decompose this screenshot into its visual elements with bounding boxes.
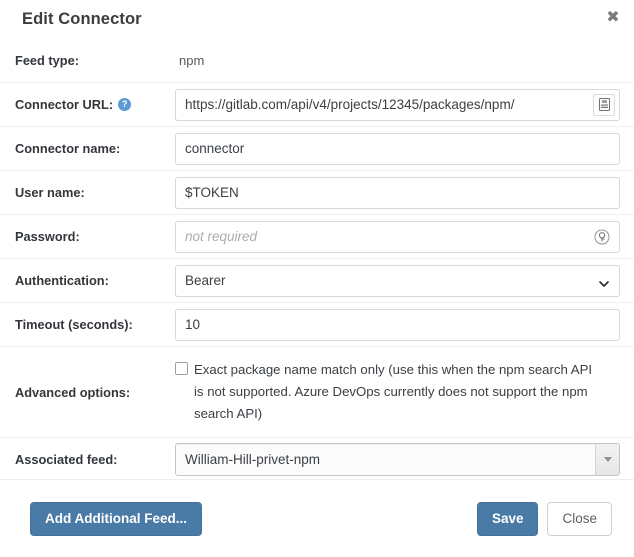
row-timeout: Timeout (seconds): bbox=[0, 302, 634, 346]
authentication-select[interactable]: Bearer bbox=[175, 264, 620, 297]
connector-url-input[interactable] bbox=[175, 88, 620, 121]
authentication-select-wrap: Bearer bbox=[175, 264, 620, 297]
associated-feed-combo[interactable]: William-Hill-privet-npm bbox=[175, 443, 620, 476]
dialog-footer: Add Additional Feed... Save Close bbox=[0, 479, 634, 557]
password-input-wrap bbox=[175, 220, 620, 253]
associated-feed-value: William-Hill-privet-npm bbox=[185, 452, 320, 467]
exact-match-label[interactable]: Exact package name match only (use this … bbox=[194, 359, 594, 425]
row-password: Password: bbox=[0, 214, 634, 258]
advanced-options-label: Advanced options: bbox=[15, 384, 131, 400]
chevron-down-icon bbox=[603, 457, 612, 462]
feed-type-value-wrap: npm bbox=[174, 53, 620, 68]
page-title: Edit Connector bbox=[22, 9, 142, 28]
authentication-field: Bearer bbox=[174, 264, 620, 297]
row-user-name: User name: bbox=[0, 170, 634, 214]
dialog-header: Edit Connector ✖ bbox=[0, 0, 634, 38]
connector-url-input-wrap bbox=[175, 88, 620, 121]
password-field bbox=[174, 220, 620, 253]
edit-connector-dialog: Edit Connector ✖ Feed type: npm Connecto… bbox=[0, 0, 634, 557]
user-name-field bbox=[174, 176, 620, 209]
connector-form: Feed type: npm Connector URL: ? https://… bbox=[0, 38, 634, 481]
save-button[interactable]: Save bbox=[476, 501, 539, 536]
exact-match-checkbox[interactable] bbox=[175, 362, 188, 375]
associated-feed-dropdown-button[interactable] bbox=[595, 444, 619, 475]
row-authentication: Authentication: Bearer bbox=[0, 258, 634, 302]
user-name-input[interactable] bbox=[175, 176, 620, 209]
row-connector-url: Connector URL: ? bbox=[0, 82, 634, 126]
clipboard-icon[interactable] bbox=[593, 93, 615, 116]
timeout-label: Timeout (seconds): bbox=[15, 317, 133, 332]
help-icon[interactable]: ? bbox=[118, 98, 132, 111]
connector-name-input[interactable] bbox=[175, 132, 620, 165]
advanced-options-field: Exact package name match only (use this … bbox=[174, 359, 620, 425]
user-name-label: User name: bbox=[15, 185, 85, 200]
add-additional-feed-button[interactable]: Add Additional Feed... bbox=[30, 501, 202, 536]
connector-url-label-text: Connector URL: bbox=[15, 97, 114, 112]
row-advanced-options: Advanced options: Exact package name mat… bbox=[0, 346, 634, 437]
close-icon[interactable]: ✖ bbox=[604, 8, 622, 26]
timeout-field bbox=[174, 308, 620, 341]
connector-url-field bbox=[174, 88, 620, 121]
row-feed-type: Feed type: npm bbox=[0, 38, 634, 82]
associated-feed-label: Associated feed: bbox=[15, 452, 118, 467]
key-icon[interactable] bbox=[593, 228, 611, 246]
close-button[interactable]: Close bbox=[547, 501, 612, 536]
timeout-input[interactable] bbox=[175, 308, 620, 341]
password-label: Password: bbox=[15, 229, 80, 244]
connector-name-label: Connector name: bbox=[15, 141, 121, 156]
connector-url-label: Connector URL: ? bbox=[14, 97, 174, 112]
authentication-label: Authentication: bbox=[15, 273, 109, 288]
feed-type-value: npm bbox=[179, 52, 205, 68]
associated-feed-field: William-Hill-privet-npm bbox=[174, 443, 620, 476]
password-input[interactable] bbox=[175, 220, 620, 253]
row-connector-name: Connector name: bbox=[0, 126, 634, 170]
feed-type-label: Feed type: bbox=[15, 52, 79, 68]
connector-name-field bbox=[174, 132, 620, 165]
row-associated-feed: Associated feed: William-Hill-privet-npm bbox=[0, 437, 634, 481]
